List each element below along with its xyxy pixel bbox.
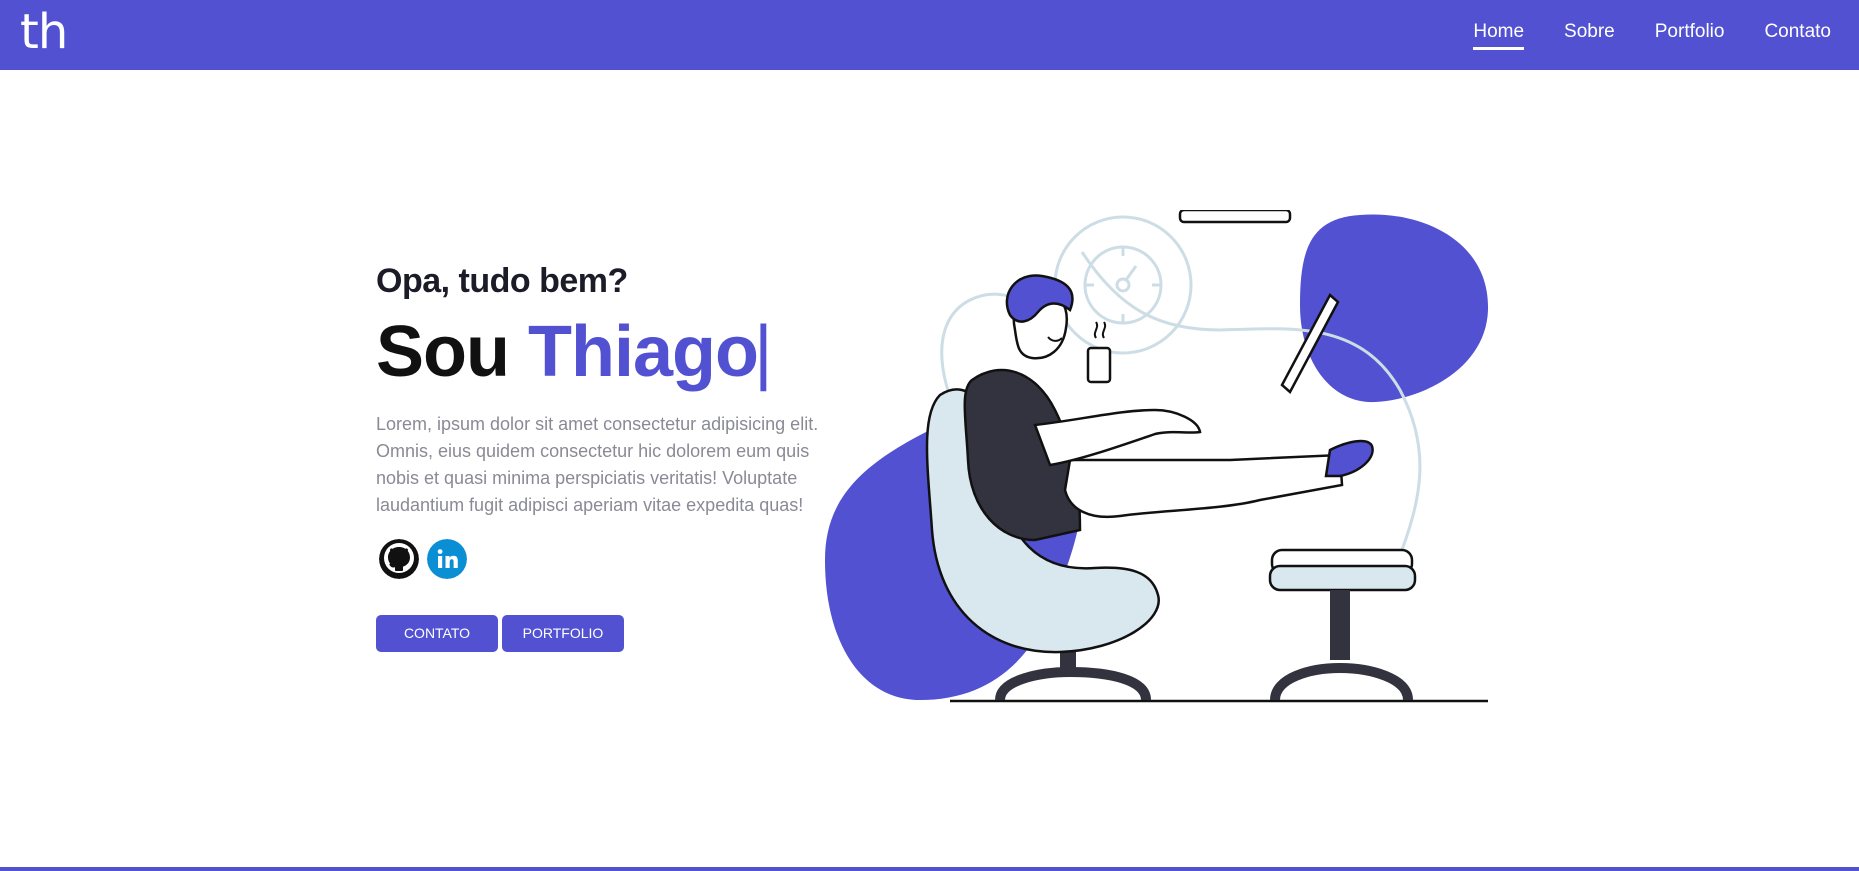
headline: Sou Thiago| bbox=[376, 312, 826, 392]
ottoman-base bbox=[1270, 662, 1413, 701]
nav-link-contato[interactable]: Contato bbox=[1764, 21, 1831, 50]
hero-illustration bbox=[825, 210, 1489, 703]
navbar: th Home Sobre Portfolio Contato bbox=[0, 0, 1859, 70]
nav-link-portfolio[interactable]: Portfolio bbox=[1655, 21, 1725, 50]
linkedin-icon[interactable] bbox=[427, 538, 467, 579]
ottoman-cushion bbox=[1268, 564, 1417, 592]
greeting-heading: Opa, tudo bem? bbox=[376, 262, 628, 300]
hero-section: Opa, tudo bem? Sou Thiago| Lorem, ipsum … bbox=[376, 262, 826, 652]
footer-accent-bar bbox=[0, 867, 1859, 871]
nav-link-sobre[interactable]: Sobre bbox=[1564, 21, 1615, 50]
nav-link-home[interactable]: Home bbox=[1473, 21, 1525, 50]
clock-icon bbox=[1053, 215, 1193, 355]
chair-base bbox=[995, 666, 1151, 701]
person-legs bbox=[1063, 453, 1344, 519]
portfolio-button[interactable]: PORTFOLIO bbox=[502, 614, 624, 652]
person-shoes bbox=[1324, 439, 1374, 478]
person-head bbox=[1005, 274, 1074, 360]
coffee-cup-icon bbox=[1086, 321, 1112, 384]
headline-name: Thiago bbox=[528, 312, 759, 392]
social-links bbox=[376, 538, 826, 579]
typing-cursor: | bbox=[753, 312, 773, 392]
ottoman-leg bbox=[1330, 590, 1350, 660]
github-icon[interactable] bbox=[379, 538, 419, 579]
headline-prefix: Sou bbox=[376, 312, 510, 392]
laptop-base bbox=[1178, 210, 1292, 224]
intro-paragraph: Lorem, ipsum dolor sit amet consectetur … bbox=[376, 413, 819, 515]
brand-logo[interactable]: th bbox=[20, 8, 68, 56]
hero-buttons: CONTATO PORTFOLIO bbox=[376, 614, 826, 652]
nav-links: Home Sobre Portfolio Contato bbox=[1433, 21, 1831, 50]
contact-button[interactable]: CONTATO bbox=[376, 614, 498, 652]
